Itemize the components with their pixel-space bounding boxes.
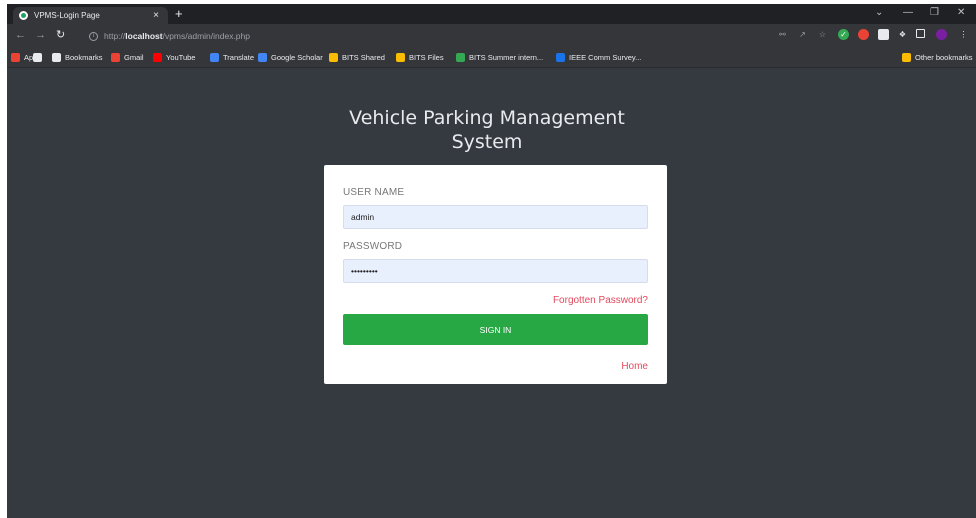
ieee-icon: [556, 53, 565, 62]
username-input[interactable]: [343, 205, 648, 229]
forward-arrow-icon[interactable]: →: [35, 29, 46, 41]
bookmark-item[interactable]: Google Scholar: [258, 53, 323, 62]
share-icon[interactable]: ↗: [797, 29, 808, 40]
forgot-password-link[interactable]: Forgotten Password?: [553, 295, 648, 306]
chrome-icon: [33, 53, 42, 62]
star-icon: [52, 53, 61, 62]
menu-kebab-icon[interactable]: ⋮: [958, 29, 969, 40]
login-page: Vehicle Parking Management System USER N…: [7, 69, 976, 518]
browser-toolbar: ← → ↻ i http://localhost/vpms/admin/inde…: [7, 24, 976, 48]
bookmark-label: Gmail: [124, 53, 144, 62]
bookmark-item[interactable]: Gmail: [111, 53, 144, 62]
site-info-icon[interactable]: i: [89, 31, 98, 41]
bookmark-item[interactable]: Bookmarks: [52, 53, 103, 62]
bookmark-label: IEEE Comm Survey...: [569, 53, 642, 62]
apps-grid-icon: [11, 53, 20, 62]
tab-title: VPMS-Login Page: [34, 11, 100, 20]
drive-icon: [396, 53, 405, 62]
minimize-button[interactable]: —: [903, 6, 913, 20]
address-bar[interactable]: i http://localhost/vpms/admin/index.php: [83, 28, 783, 44]
bookmark-label: BITS Files: [409, 53, 444, 62]
sign-in-button[interactable]: SIGN IN: [343, 314, 648, 345]
extension-square-icon[interactable]: [878, 29, 889, 40]
bookmark-item[interactable]: BITS Shared: [329, 53, 385, 62]
youtube-icon: [153, 53, 162, 62]
browser-window: VPMS-Login Page × + ⌄ — ❐ ✕ ← → ↻ i http…: [7, 4, 976, 518]
extensions-puzzle-icon[interactable]: ❖: [897, 29, 908, 40]
reload-icon[interactable]: ↻: [56, 29, 65, 41]
bookmark-label: Google Scholar: [271, 53, 323, 62]
tab-search-icon[interactable]: ⌄: [875, 6, 883, 20]
bookmark-item[interactable]: [33, 53, 46, 62]
key-icon[interactable]: ⚯: [777, 29, 788, 40]
restore-button[interactable]: ❐: [930, 6, 939, 20]
bookmark-star-icon[interactable]: ☆: [817, 29, 828, 40]
back-arrow-icon[interactable]: ←: [15, 29, 26, 41]
extension-check-icon[interactable]: ✓: [838, 29, 849, 40]
translate-icon: [210, 53, 219, 62]
bookmark-item[interactable]: BITS Files: [396, 53, 444, 62]
gmail-icon: [111, 53, 120, 62]
bookmark-item[interactable]: YouTube: [153, 53, 195, 62]
password-label: PASSWORD: [343, 241, 403, 252]
bookmarks-bar: AppsBookmarksGmailYouTubeTranslateGoogle…: [7, 48, 976, 68]
password-input[interactable]: [343, 259, 648, 283]
other-bookmarks-folder[interactable]: Other bookmarks: [902, 53, 973, 62]
bookmark-item[interactable]: Translate: [210, 53, 254, 62]
site-favicon-icon: [19, 11, 28, 20]
close-window-button[interactable]: ✕: [957, 6, 965, 20]
bookmark-label: BITS Summer intern...: [469, 53, 544, 62]
drive-icon: [329, 53, 338, 62]
extension-abp-icon[interactable]: [858, 29, 869, 40]
bookmark-label: YouTube: [166, 53, 196, 62]
page-title: Vehicle Parking Management System: [349, 107, 625, 153]
home-link[interactable]: Home: [621, 361, 648, 372]
login-card: USER NAME PASSWORD Forgotten Password? S…: [324, 165, 667, 384]
sprout-icon: [456, 53, 465, 62]
username-label: USER NAME: [343, 187, 405, 198]
bookmark-label: Bookmarks: [65, 53, 103, 62]
new-tab-button[interactable]: +: [175, 7, 183, 21]
bookmark-label: BITS Shared: [342, 53, 385, 62]
bookmark-item[interactable]: BITS Summer intern...: [456, 53, 543, 62]
folder-icon: [902, 53, 911, 62]
other-bookmarks-label: Other bookmarks: [915, 53, 973, 62]
scholar-icon: [258, 53, 267, 62]
tab-strip: VPMS-Login Page × + ⌄ — ❐ ✕: [7, 4, 976, 24]
url-text: http://localhost/vpms/admin/index.php: [104, 31, 250, 41]
tab-close-icon[interactable]: ×: [150, 10, 162, 21]
browser-tab[interactable]: VPMS-Login Page ×: [13, 7, 168, 24]
bookmark-item[interactable]: IEEE Comm Survey...: [556, 53, 641, 62]
bookmark-label: Translate: [223, 53, 254, 62]
side-panel-icon[interactable]: [916, 29, 925, 38]
profile-avatar[interactable]: [936, 29, 947, 40]
